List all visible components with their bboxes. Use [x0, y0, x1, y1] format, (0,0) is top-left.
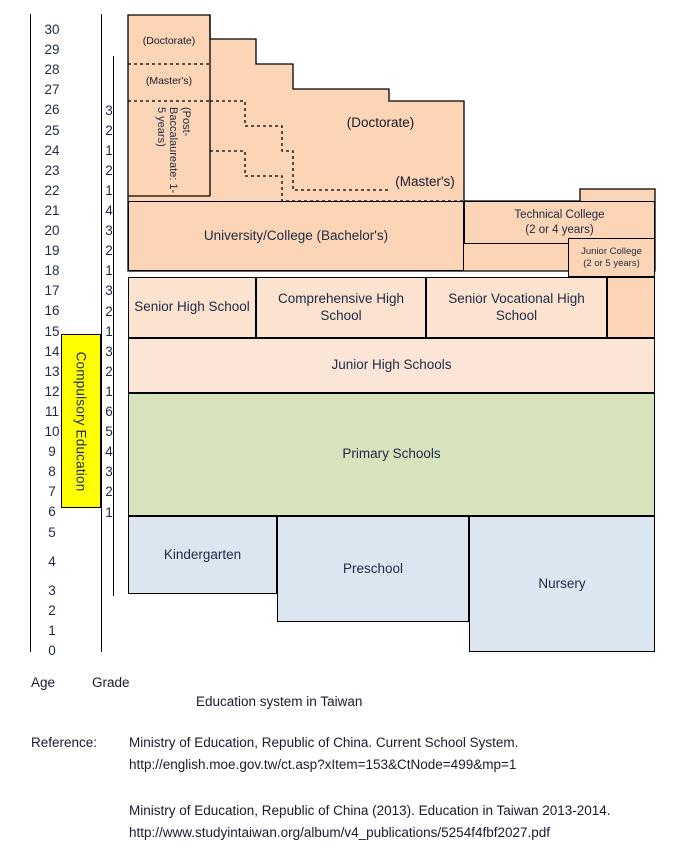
- reference-entry-3: Ministry of Education, Republic of China…: [129, 803, 611, 818]
- grade-tick: 1: [105, 182, 113, 198]
- masters-label: (Master's): [395, 173, 455, 189]
- age-tick: 11: [44, 403, 59, 419]
- grade-tick: 5: [105, 424, 113, 440]
- senior-vocational-high-school-box: Senior Vocational High School: [426, 277, 607, 338]
- junior-college-tail: [607, 277, 655, 338]
- age-tick: 21: [44, 202, 60, 218]
- grade-tick: 2: [105, 162, 113, 178]
- grade-tick: 3: [105, 223, 113, 239]
- grade-tick: 3: [105, 102, 113, 118]
- age-tick: 13: [44, 363, 60, 379]
- masters-left-label: (Master's): [145, 75, 193, 87]
- age-tick: 5: [48, 525, 56, 540]
- age-tick: 7: [48, 484, 56, 500]
- reference-label: Reference:: [31, 735, 98, 750]
- grade-tick: 2: [105, 484, 113, 500]
- grade-tick: 1: [105, 323, 113, 339]
- age-tick: 15: [44, 323, 60, 339]
- grade-tick: 1: [105, 504, 113, 520]
- grade-tick: 2: [105, 243, 113, 259]
- grade-tick: 3: [105, 283, 113, 299]
- grade-tick: 1: [105, 142, 113, 158]
- grade-axis-title: Grade: [92, 675, 130, 690]
- age-tick: 19: [44, 243, 60, 259]
- grade-tick: 2: [105, 363, 113, 379]
- technical-college-years: (2 or 4 years): [525, 223, 594, 236]
- reference-entry-2[interactable]: http://english.moe.gov.tw/ct.asp?xItem=1…: [129, 757, 516, 772]
- age-tick: 8: [48, 464, 56, 480]
- age-tick: 9: [48, 444, 56, 460]
- technical-college-title: Technical College: [514, 209, 605, 222]
- post-baccalaureate-region: (Post-Baccalaureate: 1-5 years): [128, 101, 210, 196]
- age-tick: 20: [44, 223, 60, 238]
- age-tick: 29: [44, 42, 60, 58]
- age-tick: 2: [48, 603, 56, 618]
- age-tick: 12: [44, 383, 60, 399]
- age-tick: 10: [44, 424, 60, 439]
- grade-tick: 2: [105, 303, 113, 319]
- age-tick: 24: [44, 142, 60, 158]
- age-tick: 4: [48, 554, 56, 569]
- reference-entry-4[interactable]: http://www.studyintaiwan.org/album/v4_pu…: [129, 825, 550, 840]
- junior-college-title: Junior College: [581, 245, 642, 257]
- doctorate-label: (Doctorate): [346, 114, 415, 130]
- age-tick: 14: [44, 343, 60, 359]
- preschool-box: Preschool: [277, 516, 469, 622]
- diagram-caption: Education system in Taiwan: [196, 694, 363, 709]
- doctorate-left-label: (Doctorate): [142, 35, 196, 47]
- junior-college-years: (2 or 5 years): [583, 257, 640, 269]
- grade-tick: 4: [105, 444, 113, 460]
- kindergarten-box: Kindergarten: [128, 516, 277, 594]
- age-tick: 28: [44, 62, 60, 78]
- age-tick: 3: [48, 583, 56, 598]
- age-tick: 23: [44, 162, 60, 178]
- bachelors-box: University/College (Bachelor's): [128, 201, 464, 271]
- age-tick: 16: [44, 303, 60, 319]
- nursery-box: Nursery: [469, 516, 655, 652]
- compulsory-education-label: Compulsory Education: [73, 351, 89, 491]
- age-tick: 25: [44, 122, 60, 138]
- age-tick: 30: [44, 22, 60, 37]
- primary-schools-box: Primary Schools: [128, 393, 655, 516]
- compulsory-education-bar: Compulsory Education: [61, 334, 101, 508]
- age-tick: 27: [44, 82, 60, 98]
- age-tick: 6: [48, 504, 56, 520]
- education-system-diagram: (Doctorate) (Master's) (Post-Baccalaurea…: [0, 0, 688, 862]
- grade-tick: 1: [105, 263, 113, 279]
- reference-entry-1: Ministry of Education, Republic of China…: [129, 735, 519, 750]
- age-axis-rule-left: [30, 14, 31, 652]
- grade-tick: 1: [105, 383, 113, 399]
- junior-high-schools-box: Junior High Schools: [128, 338, 655, 393]
- age-tick: 1: [48, 623, 56, 638]
- grade-tick: 3: [105, 464, 113, 480]
- age-tick: 0: [48, 643, 56, 658]
- grade-tick: 2: [105, 122, 113, 138]
- age-tick: 22: [44, 182, 60, 198]
- senior-high-school-box: Senior High School: [128, 277, 256, 338]
- comprehensive-high-school-box: Comprehensive High School: [256, 277, 426, 338]
- age-tick: 18: [44, 263, 60, 279]
- junior-college-box: Junior College (2 or 5 years): [568, 238, 655, 277]
- grade-tick: 4: [105, 203, 113, 218]
- grade-tick: 3: [105, 343, 113, 359]
- age-tick: 26: [44, 102, 60, 118]
- grade-tick: 6: [105, 404, 113, 419]
- post-baccalaureate-label: (Post-Baccalaureate: 1-5 years): [154, 107, 192, 194]
- age-axis-title: Age: [31, 675, 56, 690]
- age-tick: 17: [44, 283, 60, 299]
